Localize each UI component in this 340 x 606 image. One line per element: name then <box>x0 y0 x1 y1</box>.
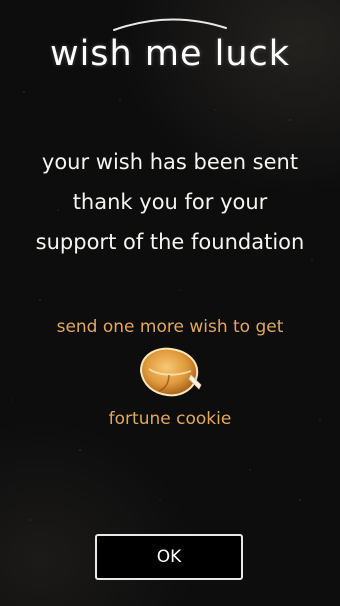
confirmation-message: Your wish has been sent Thank you for yo… <box>0 142 340 262</box>
fortune-cookie-icon <box>139 347 202 397</box>
logo-swoosh <box>113 18 227 31</box>
message-line: Your wish has been sent <box>41 150 299 174</box>
starry-background <box>11 91 321 521</box>
message-line: Thank you for your <box>72 190 268 214</box>
ok-button[interactable]: OK <box>95 534 243 580</box>
message-line: support of the foundation <box>35 230 305 254</box>
app-logo: Wish me luck <box>49 34 291 74</box>
reward-label: fortune cookie <box>108 409 232 429</box>
promo-text: send one more wish to get <box>56 317 284 337</box>
wish-sent-screen: Wish me luck Your wish has been sent Tha… <box>0 0 340 606</box>
